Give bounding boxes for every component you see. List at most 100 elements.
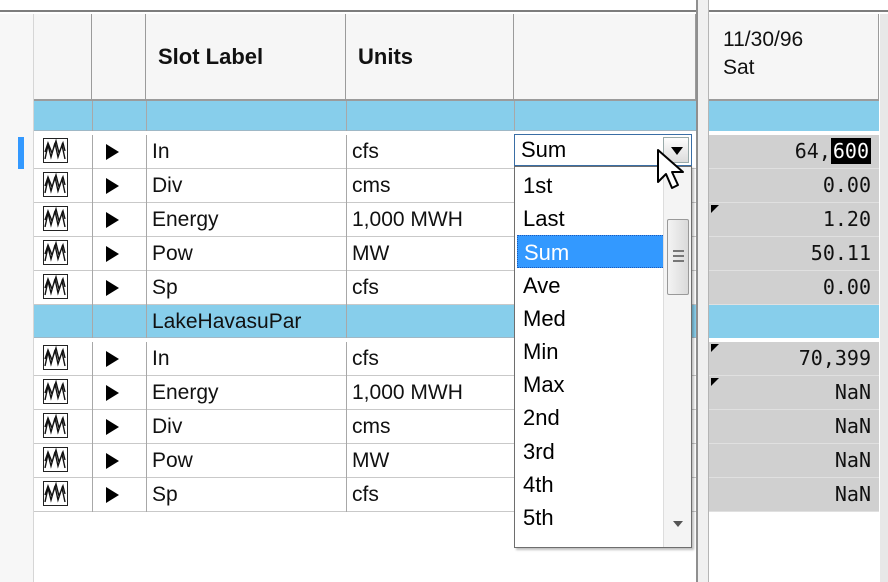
group-row[interactable] [34,101,696,131]
expand-arrow-icon[interactable] [106,487,119,503]
slot-label[interactable]: Pow [152,444,193,478]
value-cell[interactable]: NaN [709,376,879,410]
plot-icon[interactable] [43,240,68,265]
grid-divider [146,376,147,410]
dropdown-option-1st[interactable]: 1st [517,169,667,202]
units-cell[interactable]: 1,000 MWH [352,203,463,237]
dropdown-option-5th[interactable]: 5th [517,501,667,534]
value-cell[interactable]: NaN [709,444,879,478]
plot-icon[interactable] [43,274,68,299]
header-arrow-col[interactable] [92,14,146,101]
dropdown-option-3rd[interactable]: 3rd [517,435,667,468]
expand-arrow-icon[interactable] [106,178,119,194]
units-cell[interactable]: cms [352,410,391,444]
dropdown-option-min[interactable]: Min [517,335,667,368]
value-cell[interactable]: NaN [709,410,879,444]
dropdown-option-ave[interactable]: Ave [517,269,667,302]
units-cell[interactable]: MW [352,444,389,478]
plot-icon[interactable] [43,481,68,506]
units-cell[interactable]: cms [352,169,391,203]
units-cell[interactable]: cfs [352,271,379,305]
slot-label[interactable]: Sp [152,271,178,305]
value-cell[interactable]: 1.20 [709,203,879,237]
expand-arrow-icon[interactable] [106,385,119,401]
scroll-down-icon[interactable] [673,521,683,527]
header-method[interactable] [514,14,696,101]
value-cell[interactable]: 0.00 [709,271,879,305]
scrollbar-thumb[interactable] [667,219,689,295]
dropdown-option-last[interactable]: Last [517,202,667,235]
expand-arrow-icon[interactable] [106,280,119,296]
grid-divider [92,305,93,338]
grid-divider [146,203,147,237]
value-cell[interactable]: 0.00 [709,169,879,203]
plot-icon[interactable] [43,172,68,197]
grid-divider [146,342,147,376]
dropdown-option-max[interactable]: Max [517,368,667,401]
grid-divider [514,101,515,131]
group-label: LakeHavasuPar [152,310,302,333]
slot-label[interactable]: Pow [152,237,193,271]
top-border [0,0,696,12]
plot-icon[interactable] [43,206,68,231]
slot-grid: Slot Label Units In cfs Div cms Energy 1,000 … [0,0,696,582]
slot-label[interactable]: In [152,135,170,169]
value-cell[interactable]: NaN [709,478,879,512]
value-cell[interactable]: 64, 600 [709,135,879,169]
units-cell[interactable]: MW [352,237,389,271]
grid-divider [346,237,347,271]
expand-arrow-icon[interactable] [106,144,119,160]
plot-icon[interactable] [43,345,68,370]
plot-icon[interactable] [43,379,68,404]
flag-marker-icon [711,344,719,352]
date-column-header[interactable]: 11/30/96 Sat [709,14,879,101]
top-border [709,0,888,12]
header-icon-col[interactable] [34,14,92,101]
units-cell[interactable]: 1,000 MWH [352,376,463,410]
expand-arrow-icon[interactable] [106,246,119,262]
timestep-grid: 11/30/96 Sat 64, 600 0.00 1.20 50.11 0.00 70,3… [709,0,888,582]
units-cell[interactable]: cfs [352,342,379,376]
slot-label[interactable]: Energy [152,376,219,410]
expand-arrow-icon[interactable] [106,351,119,367]
dropdown-option-2nd[interactable]: 2nd [517,401,667,434]
slot-label[interactable]: Div [152,410,182,444]
plot-icon[interactable] [43,413,68,438]
grid-divider [346,376,347,410]
grid-divider [146,305,147,338]
grid-divider [346,169,347,203]
grid-divider [146,101,147,131]
aggregation-dropdown-list[interactable]: 1st Last Sum Ave Med Min Max 2nd 3rd 4th 5th [514,166,692,548]
expand-arrow-icon[interactable] [106,453,119,469]
grid-divider [146,444,147,478]
dropdown-scrollbar[interactable] [663,167,691,547]
grid-divider [92,237,93,271]
grip-icon [673,250,684,252]
slot-label[interactable]: Div [152,169,182,203]
header-slot-label[interactable]: Slot Label [146,14,346,101]
plot-icon[interactable] [43,138,68,163]
expand-arrow-icon[interactable] [106,212,119,228]
dropdown-option-4th[interactable]: 4th [517,468,667,501]
grid-divider [346,271,347,305]
value-text: 64, [794,139,831,163]
value-cell[interactable]: 50.11 [709,237,879,271]
grid-divider [92,376,93,410]
slot-label[interactable]: In [152,342,170,376]
value-cell[interactable]: 70,399 [709,342,879,376]
slot-label[interactable]: Sp [152,478,178,512]
header-units[interactable]: Units [346,14,514,101]
plot-icon[interactable] [43,447,68,472]
expand-arrow-icon[interactable] [106,419,119,435]
grid-divider [92,203,93,237]
grip-icon [673,255,684,257]
grip-icon [673,260,684,262]
slot-label[interactable]: Energy [152,203,219,237]
dropdown-option-med[interactable]: Med [517,302,667,335]
units-cell[interactable]: cfs [352,478,379,512]
value-text-selected: 600 [830,138,871,164]
units-cell[interactable]: cfs [352,135,379,169]
pane-splitter[interactable] [696,0,709,582]
dropdown-option-sum[interactable]: Sum [517,235,667,269]
flag-marker-icon [711,205,719,213]
